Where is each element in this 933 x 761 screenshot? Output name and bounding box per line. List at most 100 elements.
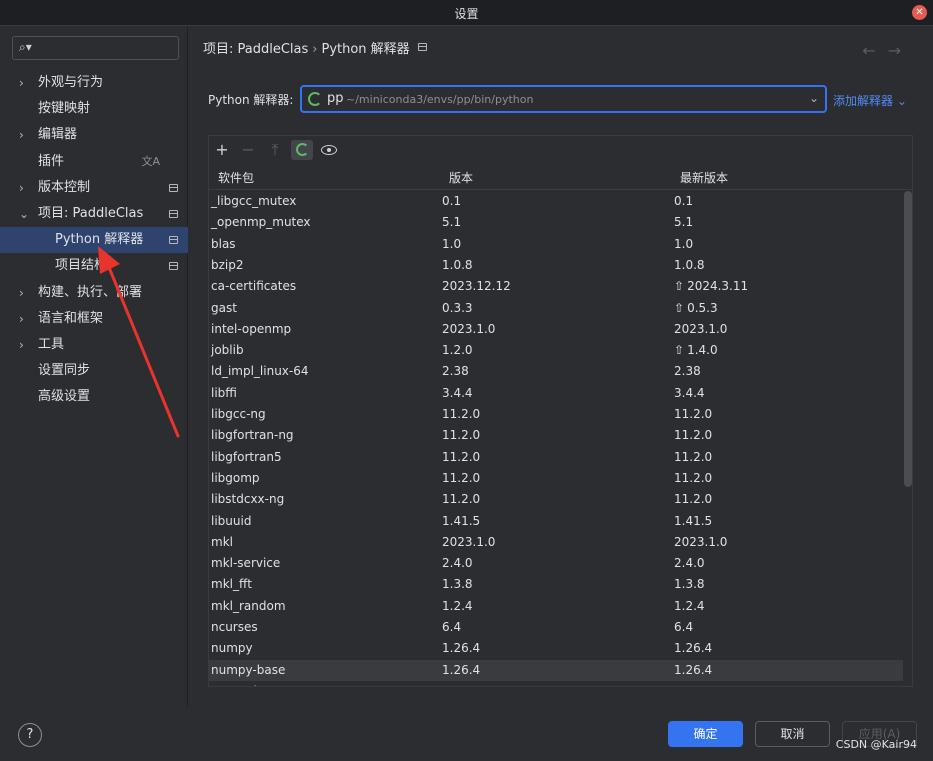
table-row[interactable]: ncurses 6.4 6.4: [209, 617, 903, 638]
package-latest-version: 11.2.0: [674, 471, 713, 485]
chevron-right-icon[interactable]: ›: [19, 306, 24, 332]
cancel-button[interactable]: 取消: [755, 721, 830, 747]
table-row[interactable]: mkl_fft 1.3.8 1.3.8: [209, 574, 903, 595]
table-row[interactable]: ld_impl_linux-64 2.38 2.38: [209, 361, 903, 382]
column-header-package[interactable]: 软件包: [218, 169, 254, 186]
interpreter-select[interactable]: pp ~/miniconda3/envs/pp/bin/python ⌄: [300, 85, 827, 113]
help-button[interactable]: ?: [18, 723, 42, 747]
package-latest-version: 0.1: [674, 194, 694, 208]
column-header-version[interactable]: 版本: [449, 169, 473, 186]
sidebar-item[interactable]: ⌄ 项目: PaddleClas: [0, 201, 188, 227]
add-package-icon[interactable]: +: [211, 140, 233, 160]
sidebar-item[interactable]: › 编辑器: [0, 122, 188, 148]
package-version: 3.4.4: [442, 386, 473, 400]
package-latest-cell: 1.0.8: [674, 258, 705, 272]
table-row[interactable]: libffi 3.4.4 3.4.4: [209, 383, 903, 404]
watermark: CSDN @Kair94: [835, 738, 917, 751]
chevron-right-icon[interactable]: ›: [19, 122, 24, 148]
package-version: 3.0.13: [442, 684, 480, 686]
table-row[interactable]: libuuid 1.41.5 1.41.5: [209, 511, 903, 532]
upgrade-arrow-icon[interactable]: ⇧: [674, 279, 684, 293]
package-version: 1.26.4: [442, 641, 481, 655]
package-latest-version: 3.4.4: [674, 386, 705, 400]
table-row[interactable]: gast 0.3.3 ⇧ 0.5.3: [209, 298, 903, 319]
table-row[interactable]: openssl 3.0.13 3.0.13: [209, 681, 903, 686]
table-row[interactable]: libgomp 11.2.0 11.2.0: [209, 468, 903, 489]
chevron-right-icon[interactable]: ›: [19, 70, 24, 96]
package-latest-cell: 11.2.0: [674, 450, 712, 464]
upgrade-arrow-icon[interactable]: ⇧: [674, 343, 684, 357]
table-row[interactable]: libgfortran5 11.2.0 11.2.0: [209, 447, 903, 468]
chevron-down-icon: ⌄: [896, 94, 907, 108]
sidebar-item-label: 项目: PaddleClas: [38, 206, 144, 221]
table-row[interactable]: joblib 1.2.0 ⇧ 1.4.0: [209, 340, 903, 361]
package-latest-cell: 5.1: [674, 215, 693, 229]
sidebar-item-label: 设置同步: [38, 363, 91, 378]
sidebar-item[interactable]: › 版本控制: [0, 175, 188, 201]
vertical-scrollbar[interactable]: [904, 191, 912, 487]
package-latest-cell: 1.2.4: [674, 599, 705, 613]
forward-arrow-icon[interactable]: →: [888, 41, 913, 60]
table-row[interactable]: intel-openmp 2023.1.0 2023.1.0: [209, 319, 903, 340]
sidebar-item-label: 高级设置: [38, 389, 91, 404]
package-version: 1.2.4: [442, 599, 473, 613]
table-row[interactable]: libstdcxx-ng 11.2.0 11.2.0: [209, 489, 903, 510]
table-row[interactable]: libgcc-ng 11.2.0 11.2.0: [209, 404, 903, 425]
package-latest-version: 1.26.4: [674, 663, 713, 677]
interpreter-label: Python 解释器:: [208, 93, 294, 107]
package-name: numpy-base: [211, 663, 286, 677]
table-row[interactable]: mkl_random 1.2.4 1.2.4: [209, 596, 903, 617]
package-latest-cell: ⇧ 1.4.0: [674, 343, 718, 357]
chevron-right-icon[interactable]: ›: [19, 175, 24, 201]
eye-icon[interactable]: [318, 140, 340, 160]
table-row[interactable]: mkl 2023.1.0 2023.1.0: [209, 532, 903, 553]
package-latest-version: 11.2.0: [674, 492, 713, 506]
ok-button[interactable]: 确定: [668, 721, 743, 747]
back-arrow-icon[interactable]: ←: [862, 41, 887, 60]
table-row[interactable]: numpy-base 1.26.4 1.26.4: [209, 660, 903, 681]
package-latest-version: 2023.1.0: [674, 535, 728, 549]
upgrade-arrow-icon[interactable]: ⇧: [674, 301, 684, 315]
table-row[interactable]: bzip2 1.0.8 1.0.8: [209, 255, 903, 276]
package-version: 11.2.0: [442, 407, 481, 421]
add-interpreter-label: 添加解释器: [833, 94, 894, 108]
package-name: bzip2: [211, 258, 244, 272]
add-interpreter-link[interactable]: 添加解释器 ⌄: [833, 92, 907, 109]
package-version: 2.4.0: [442, 556, 473, 570]
sidebar-item[interactable]: 按键映射: [0, 96, 188, 122]
package-latest-cell: 1.0: [674, 237, 693, 251]
package-name: blas: [211, 237, 236, 251]
package-name: intel-openmp: [211, 322, 292, 336]
table-row[interactable]: _openmp_mutex 5.1 5.1: [209, 212, 903, 233]
chevron-right-icon[interactable]: ›: [19, 280, 24, 306]
chevron-down-icon[interactable]: ⌄: [19, 201, 29, 227]
project-scope-icon: [169, 236, 178, 244]
breadcrumb-parent[interactable]: 项目: PaddleClas: [203, 42, 308, 57]
refresh-spinner-icon[interactable]: [291, 140, 313, 160]
close-icon[interactable]: ✕: [912, 5, 927, 20]
table-row[interactable]: _libgcc_mutex 0.1 0.1: [209, 191, 903, 212]
column-header-latest[interactable]: 最新版本: [680, 169, 728, 186]
table-row[interactable]: blas 1.0 1.0: [209, 234, 903, 255]
package-name: libgcc-ng: [211, 407, 266, 421]
table-row[interactable]: ca-certificates 2023.12.12 ⇧ 2024.3.11: [209, 276, 903, 297]
package-name: libgfortran-ng: [211, 428, 294, 442]
upgrade-package-icon[interactable]: ⤒: [264, 140, 286, 160]
sidebar-item[interactable]: › 外观与行为: [0, 70, 188, 96]
package-version: 6.4: [442, 620, 462, 634]
package-latest-version: 1.4.0: [687, 343, 718, 357]
package-latest-version: 2.38: [674, 364, 701, 378]
package-name: ca-certificates: [211, 279, 297, 293]
package-latest-version: 1.41.5: [674, 514, 713, 528]
sidebar-item[interactable]: 插件 文A: [0, 149, 188, 175]
table-row[interactable]: numpy 1.26.4 1.26.4: [209, 638, 903, 659]
table-row[interactable]: mkl-service 2.4.0 2.4.0: [209, 553, 903, 574]
remove-package-icon[interactable]: −: [237, 140, 259, 160]
chevron-right-icon[interactable]: ›: [19, 332, 24, 358]
sidebar-item-label: 工具: [38, 337, 65, 352]
search-input[interactable]: ⌕▾: [12, 36, 179, 60]
package-version: 5.1: [442, 215, 462, 229]
table-row[interactable]: libgfortran-ng 11.2.0 11.2.0: [209, 425, 903, 446]
search-icon: ⌕▾: [19, 40, 32, 54]
chevron-down-icon: ⌄: [808, 91, 819, 105]
